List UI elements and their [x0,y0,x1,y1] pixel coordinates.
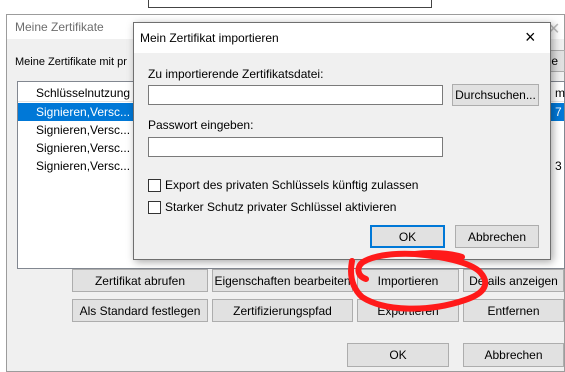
column-header-usage[interactable]: Schlüsselnutzung [36,86,130,100]
abbrechen-button[interactable]: Abbrechen [463,343,564,367]
row-usage-cell: Signieren,Versc... [36,105,131,119]
import-dialog: Mein Zertifikat importieren × Zu importi… [133,22,551,260]
row-usage-cell: Signieren,Versc... [36,123,131,137]
exportieren-button[interactable]: Exportieren [357,299,459,322]
window-title: Meine Zertifikate [15,20,104,34]
export-private-key-label[interactable]: Export des privaten Schlüssels künftig z… [165,178,418,192]
strong-protection-label[interactable]: Starker Schutz privater Schlüssel aktivi… [165,200,396,214]
description-text: Meine Zertifikate mit pr [15,56,127,68]
row-usage-cell: Signieren,Versc... [36,141,131,155]
als-standard-festlegen-button[interactable]: Als Standard festlegen [72,299,208,322]
row-usage-cell: Signieren,Versc... [36,159,131,173]
details-anzeigen-button[interactable]: Details anzeigen [463,269,564,292]
ok-button[interactable]: OK [347,343,449,367]
strong-protection-checkbox[interactable] [148,201,161,214]
zertifikat-abrufen-button[interactable]: Zertifikat abrufen [72,269,208,292]
browse-button[interactable]: Durchsuchen... [452,84,539,106]
password-label: Passwort eingeben: [148,118,254,132]
background-window-strip [148,0,432,8]
dialog-title-bar: Mein Zertifikat importieren × [134,23,550,53]
export-private-key-checkbox[interactable] [148,179,161,192]
dialog-title: Mein Zertifikat importieren [140,31,279,45]
eigenschaften-bearbeiten-button[interactable]: Eigenschaften bearbeiten [212,269,353,292]
dialog-ok-button[interactable]: OK [370,225,445,248]
file-label: Zu importierende Zertifikatsdatei: [148,67,324,81]
zertifizierungspfad-button[interactable]: Zertifizierungspfad [212,299,353,322]
dialog-cancel-button[interactable]: Abbrechen [455,225,539,248]
entfernen-button[interactable]: Entfernen [463,299,564,322]
importieren-button[interactable]: Importieren [357,269,459,292]
row-tail-cell: 3 [555,159,562,173]
row-tail-cell: 7 [555,105,562,119]
close-icon[interactable]: × [525,27,536,48]
column-header-right[interactable]: m [555,86,565,100]
password-input[interactable] [148,137,443,157]
file-path-input[interactable] [148,85,443,105]
